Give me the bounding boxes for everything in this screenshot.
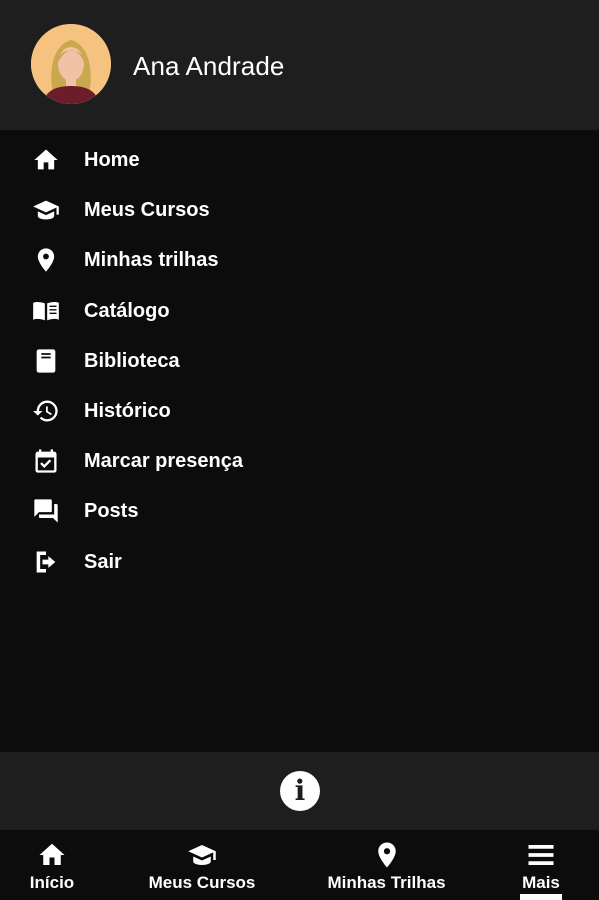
menu-item-historico[interactable]: Histórico bbox=[0, 386, 599, 436]
avatar[interactable] bbox=[31, 24, 111, 104]
menu-item-catalogo[interactable]: Catálogo bbox=[0, 286, 599, 336]
menu-item-sair[interactable]: Sair bbox=[0, 537, 599, 587]
location-pin-icon bbox=[31, 245, 61, 275]
nav-item-inicio[interactable]: Início bbox=[22, 830, 82, 900]
home-icon bbox=[22, 840, 82, 870]
nav-item-minhas-trilhas[interactable]: Minhas Trilhas bbox=[320, 830, 453, 900]
menu-item-label: Catálogo bbox=[84, 299, 170, 322]
menu-item-biblioteca[interactable]: Biblioteca bbox=[0, 336, 599, 386]
history-icon bbox=[31, 396, 61, 426]
menu-item-label: Minhas trilhas bbox=[84, 249, 219, 272]
menu-item-minhas-trilhas[interactable]: Minhas trilhas bbox=[0, 235, 599, 285]
menu-item-label: Home bbox=[84, 149, 140, 172]
nav-label: Meus Cursos bbox=[148, 873, 256, 892]
nav-label: Minhas Trilhas bbox=[327, 873, 446, 892]
chat-bubbles-icon bbox=[31, 496, 61, 526]
logout-icon bbox=[31, 547, 61, 577]
user-name: Ana Andrade bbox=[133, 51, 285, 81]
bottom-navigation: Início Meus Cursos Minhas Trilhas Mais bbox=[0, 830, 599, 900]
nav-item-mais[interactable]: Mais bbox=[511, 830, 571, 900]
info-icon[interactable]: i bbox=[280, 771, 320, 811]
home-icon bbox=[31, 145, 61, 175]
info-glyph: i bbox=[294, 774, 306, 807]
user-avatar-illustration bbox=[31, 24, 111, 104]
active-tab-indicator bbox=[520, 894, 562, 900]
nav-item-meus-cursos[interactable]: Meus Cursos bbox=[142, 830, 262, 900]
menu-item-label: Biblioteca bbox=[84, 349, 180, 372]
graduation-cap-icon bbox=[142, 840, 262, 870]
open-book-icon bbox=[31, 296, 61, 326]
book-icon bbox=[31, 346, 61, 376]
menu-item-meus-cursos[interactable]: Meus Cursos bbox=[0, 185, 599, 235]
nav-label: Mais bbox=[522, 873, 560, 892]
calendar-check-icon bbox=[31, 446, 61, 476]
profile-header: Ana Andrade bbox=[0, 0, 599, 130]
menu-icon bbox=[511, 840, 571, 870]
menu-item-label: Posts bbox=[84, 500, 139, 523]
graduation-cap-icon bbox=[31, 195, 61, 225]
menu-item-marcar-presenca[interactable]: Marcar presença bbox=[0, 436, 599, 486]
menu-item-label: Sair bbox=[84, 550, 122, 573]
menu-item-label: Histórico bbox=[84, 400, 171, 423]
menu-item-label: Marcar presença bbox=[84, 450, 243, 473]
location-pin-icon bbox=[320, 840, 453, 870]
side-menu: Home Meus Cursos Minhas trilhas Catálogo… bbox=[0, 135, 599, 587]
menu-item-home[interactable]: Home bbox=[0, 135, 599, 185]
menu-item-label: Meus Cursos bbox=[84, 199, 210, 222]
menu-item-posts[interactable]: Posts bbox=[0, 486, 599, 536]
nav-label: Início bbox=[29, 873, 75, 892]
